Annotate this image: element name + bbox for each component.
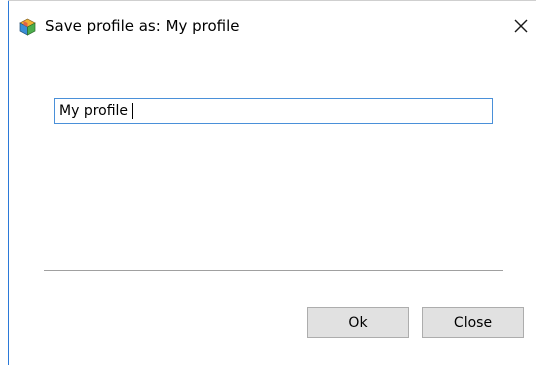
title-bar[interactable]: Save profile as: My profile — [9, 1, 536, 53]
separator-line — [44, 270, 503, 271]
window-title: Save profile as: My profile — [45, 17, 240, 35]
window-left-border — [8, 0, 9, 365]
close-icon[interactable] — [510, 15, 532, 37]
close-button[interactable]: Close — [422, 307, 524, 338]
app-cube-icon — [19, 18, 36, 36]
profile-name-input[interactable] — [54, 98, 493, 124]
save-profile-dialog: Save profile as: My profile Ok Close — [0, 0, 536, 365]
text-caret — [132, 103, 133, 119]
ok-button[interactable]: Ok — [307, 307, 409, 338]
